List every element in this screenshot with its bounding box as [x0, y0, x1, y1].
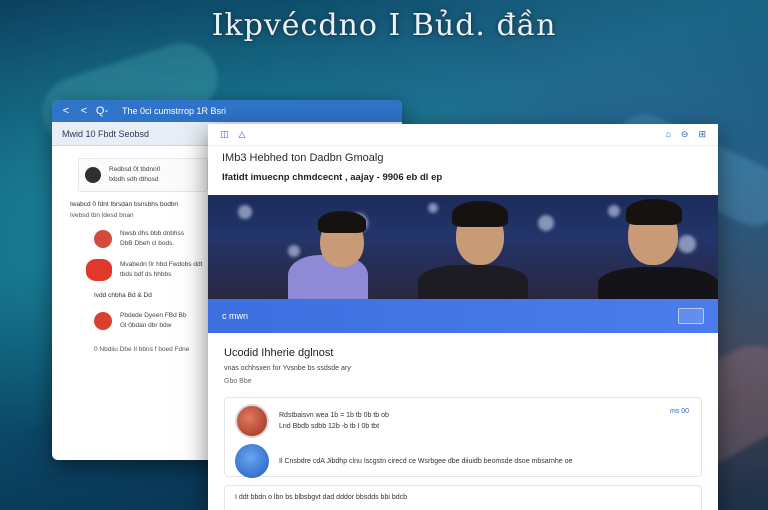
- feed-line: Pbdede Dyeen FBd Bb: [120, 312, 187, 319]
- avatar: [85, 167, 101, 183]
- hero-title: Ikpvécdno I Bủd. đần: [211, 8, 557, 43]
- window-icon[interactable]: ◫: [220, 129, 229, 140]
- person-figure: [418, 265, 528, 299]
- back-window-title: The 0ci cumstrrop 1R Bsri: [122, 106, 227, 116]
- bokeh-light: [288, 245, 300, 257]
- bokeh-light: [678, 235, 696, 253]
- home-icon[interactable]: ⌂: [665, 129, 670, 140]
- post-count[interactable]: ms 00: [670, 408, 689, 415]
- feed-icon: [94, 230, 112, 248]
- banner-text: c mwn: [222, 311, 249, 321]
- notification-line: Redbsd 0t tbdnn0: [109, 166, 161, 173]
- notification-card[interactable]: Redbsd 0t tbdnn0 txbdh sdh dthosd: [78, 158, 208, 192]
- expand-icon[interactable]: ⊞: [698, 129, 706, 140]
- feed-line: DbB Dbeh cl bods.: [120, 240, 175, 247]
- back-button[interactable]: <: [60, 105, 72, 117]
- recent-section-meta: Gbo Bbe: [224, 378, 252, 385]
- person-hair: [452, 201, 508, 227]
- page-subtitle: Ifatidt imuecnp chmdcecnt , aajay - 9906…: [222, 172, 443, 183]
- feed-line: Mvabedn 0r hbd Fwdobs ddt: [120, 261, 203, 268]
- recent-section-title: Ucodid Ihherie dglnost: [224, 347, 334, 359]
- feed-line: Gl 0bdan dbr bdw: [120, 322, 172, 329]
- bokeh-light: [238, 205, 252, 219]
- bokeh-light: [538, 215, 554, 231]
- feed-line: Nwsb dhs bbb dnbhss: [120, 230, 184, 237]
- alert-icon[interactable]: △: [239, 129, 246, 140]
- bokeh-light: [428, 203, 438, 213]
- notification-line: txbdh sdh dthosd: [109, 176, 159, 183]
- bokeh-light: [608, 205, 620, 217]
- person-figure: [598, 267, 718, 299]
- person-hair: [626, 199, 682, 225]
- banner-bar: c mwn: [208, 299, 718, 333]
- recent-section-subtitle: vnas ochhsxen for Yvsnbe bs ssdsde ary: [224, 365, 351, 372]
- front-window: ◫ △ ⌂ ⊖ ⊞ IMb3 Hebhed ton Dadbn Gmoalg I…: [208, 124, 718, 510]
- feed-line: tbds bdf ds hhbbs: [120, 271, 172, 278]
- post-line: Lnd Bbdb sdbb 12b -b tb I 0b tbt: [279, 423, 380, 430]
- feed-icon: [86, 259, 112, 281]
- post-line: Rdstbaisvn wea 1b = 1b tb 0b tb ob: [279, 412, 389, 419]
- avatar: [235, 444, 269, 478]
- avatar: [235, 404, 269, 438]
- search-icon[interactable]: Q-: [96, 105, 108, 117]
- person-hair: [318, 211, 366, 233]
- post-line: Il Cnsbdre cdA Jibdhp clnu Iscgstn cirec…: [279, 457, 573, 465]
- forward-button[interactable]: <: [78, 105, 90, 117]
- page-title: IMb3 Hebhed ton Dadbn Gmoalg: [222, 152, 384, 164]
- back-window-titlebar: < < Q- The 0ci cumstrrop 1R Bsri: [52, 100, 402, 122]
- post-card[interactable]: I ddt bbdn o lbn bs blbsbgvt dad dddor b…: [224, 485, 702, 510]
- hero-photo: [208, 195, 718, 299]
- feed-icon: [94, 312, 112, 330]
- banner-action-button[interactable]: [678, 308, 704, 324]
- minimize-icon[interactable]: ⊖: [681, 129, 689, 140]
- post-card[interactable]: Rdstbaisvn wea 1b = 1b tb 0b tb ob Lnd B…: [224, 397, 702, 478]
- front-toolbar: ◫ △ ⌂ ⊖ ⊞: [208, 124, 718, 146]
